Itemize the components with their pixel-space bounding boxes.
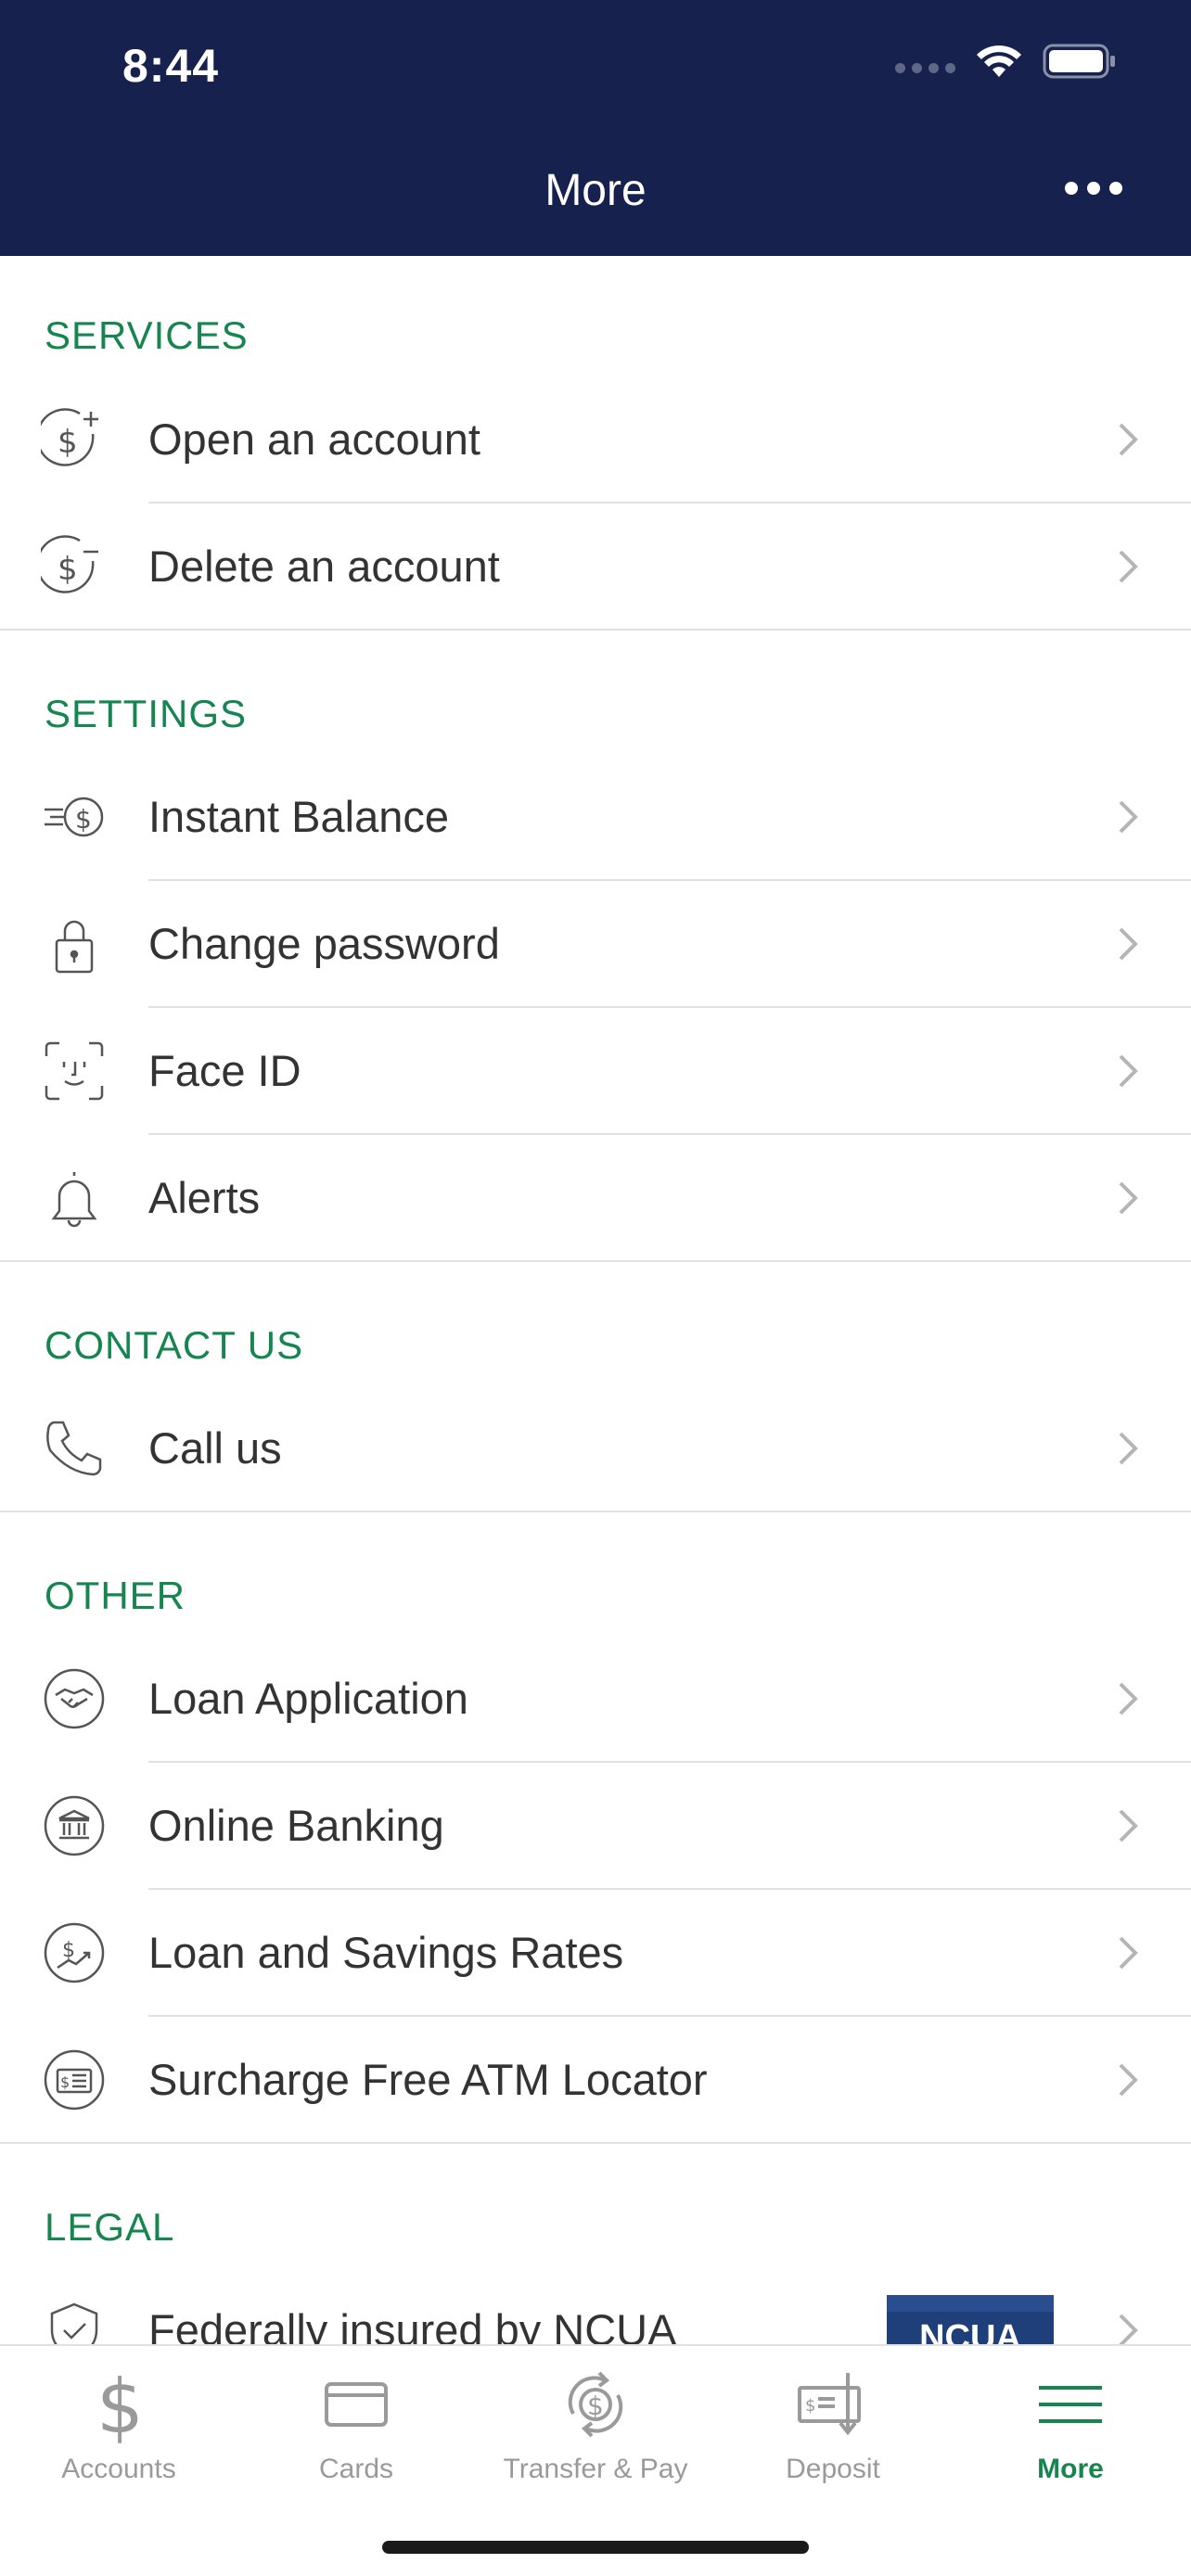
menu-item-ncua[interactable]: Federally insured by NCUA NCUA	[0, 2267, 1191, 2344]
more-menu-list: SERVICES $ Open an account $ Delete an a…	[0, 256, 1191, 2344]
atm-card-icon: $	[41, 2047, 108, 2113]
svg-text:$: $	[60, 2073, 70, 2091]
bank-icon	[41, 1792, 108, 1859]
menu-item-alerts[interactable]: Alerts	[0, 1135, 1191, 1262]
menu-item-face-id[interactable]: Face ID	[0, 1008, 1191, 1135]
home-indicator[interactable]	[382, 2541, 809, 2554]
signal-icon	[895, 50, 955, 73]
section-title-other: OTHER	[45, 1574, 186, 1617]
menu-icon	[952, 2361, 1189, 2448]
tab-accounts[interactable]: $ Accounts	[0, 2361, 237, 2500]
status-icons	[895, 43, 1117, 80]
menu-item-label: Open an account	[148, 414, 480, 464]
more-options-icon[interactable]	[1065, 182, 1122, 195]
chevron-right-icon	[1119, 1181, 1138, 1215]
svg-text:$: $	[96, 2366, 144, 2443]
tab-transfer-pay[interactable]: $ Transfer & Pay	[477, 2361, 714, 2500]
section-title-settings: SETTINGS	[45, 692, 248, 735]
status-time: 8:44	[122, 40, 220, 92]
nav-header: 8:44 More	[0, 0, 1191, 256]
section-title-services: SERVICES	[45, 313, 249, 357]
menu-item-label: Change password	[148, 919, 500, 968]
section-title-contact-us: CONTACT US	[45, 1323, 304, 1367]
chevron-right-icon	[1119, 1054, 1138, 1088]
tab-more[interactable]: More	[952, 2361, 1189, 2500]
menu-item-change-password[interactable]: Change password	[0, 881, 1191, 1008]
wifi-icon	[977, 45, 1021, 77]
svg-text:$: $	[75, 804, 92, 835]
menu-item-label: Alerts	[148, 1173, 261, 1222]
page-title: More	[544, 166, 647, 215]
ncua-logo: NCUA	[887, 2295, 1054, 2344]
menu-item-label: Online Banking	[148, 1801, 444, 1850]
tab-label: Transfer & Pay	[503, 2454, 688, 2484]
fast-dollar-icon: $	[41, 784, 108, 850]
chevron-right-icon	[1119, 423, 1138, 456]
chevron-right-icon	[1119, 2063, 1138, 2097]
menu-item-label: Face ID	[148, 1046, 301, 1095]
dollar-minus-icon: $	[41, 533, 108, 600]
menu-item-loan-savings-rates[interactable]: $ Loan and Savings Rates	[0, 1890, 1191, 2017]
transfer-icon: $	[477, 2361, 714, 2448]
svg-text:$: $	[58, 424, 78, 461]
handshake-icon	[41, 1665, 108, 1732]
menu-item-label: Instant Balance	[148, 792, 449, 841]
menu-item-label: Loan Application	[148, 1674, 468, 1723]
menu-item-instant-balance[interactable]: $ Instant Balance	[0, 754, 1191, 881]
menu-item-loan-application[interactable]: Loan Application	[0, 1636, 1191, 1763]
section-title-legal: LEGAL	[45, 2205, 175, 2249]
menu-item-label: Loan and Savings Rates	[148, 1928, 624, 1977]
svg-text:$: $	[62, 1939, 75, 1962]
tab-deposit[interactable]: $ Deposit	[714, 2361, 952, 2500]
menu-item-label: Delete an account	[148, 542, 500, 591]
chevron-right-icon	[1119, 550, 1138, 583]
chevron-right-icon	[1119, 927, 1138, 961]
dollar-plus-icon: $	[41, 406, 108, 473]
menu-item-online-banking[interactable]: Online Banking	[0, 1763, 1191, 1890]
chevron-right-icon	[1119, 1936, 1138, 1970]
menu-item-label: Federally insured by NCUA	[148, 2305, 677, 2344]
chevron-right-icon	[1119, 1809, 1138, 1843]
tab-label: Cards	[318, 2454, 394, 2484]
battery-icon	[1043, 44, 1115, 79]
menu-item-delete-account[interactable]: $ Delete an account	[0, 504, 1191, 631]
svg-text:$: $	[58, 551, 78, 588]
chevron-right-icon	[1119, 1682, 1138, 1715]
chevron-right-icon	[1119, 800, 1138, 834]
tab-cards[interactable]: Cards	[237, 2361, 475, 2500]
menu-item-call-us[interactable]: Call us	[0, 1385, 1191, 1512]
tab-label: Deposit	[786, 2454, 880, 2484]
menu-item-atm-locator[interactable]: $ Surcharge Free ATM Locator	[0, 2017, 1191, 2144]
bell-icon	[41, 1165, 108, 1231]
svg-text:$: $	[805, 2396, 815, 2416]
tab-label: More	[1037, 2454, 1104, 2484]
phone-icon	[41, 1415, 108, 1482]
menu-item-label: Call us	[148, 1423, 282, 1473]
tab-label: Accounts	[61, 2454, 176, 2484]
menu-item-label: Surcharge Free ATM Locator	[148, 2055, 708, 2104]
chevron-right-icon	[1119, 2314, 1138, 2344]
shield-check-icon	[41, 2297, 108, 2344]
chevron-right-icon	[1119, 1432, 1138, 1465]
card-icon	[237, 2361, 475, 2448]
svg-text:$: $	[587, 2391, 604, 2421]
rates-icon: $	[41, 1919, 108, 1986]
dollar-icon: $	[0, 2361, 237, 2448]
face-id-icon	[41, 1038, 108, 1104]
menu-item-open-account[interactable]: $ Open an account	[0, 376, 1191, 504]
deposit-check-icon: $	[714, 2361, 952, 2448]
lock-icon	[41, 911, 108, 977]
